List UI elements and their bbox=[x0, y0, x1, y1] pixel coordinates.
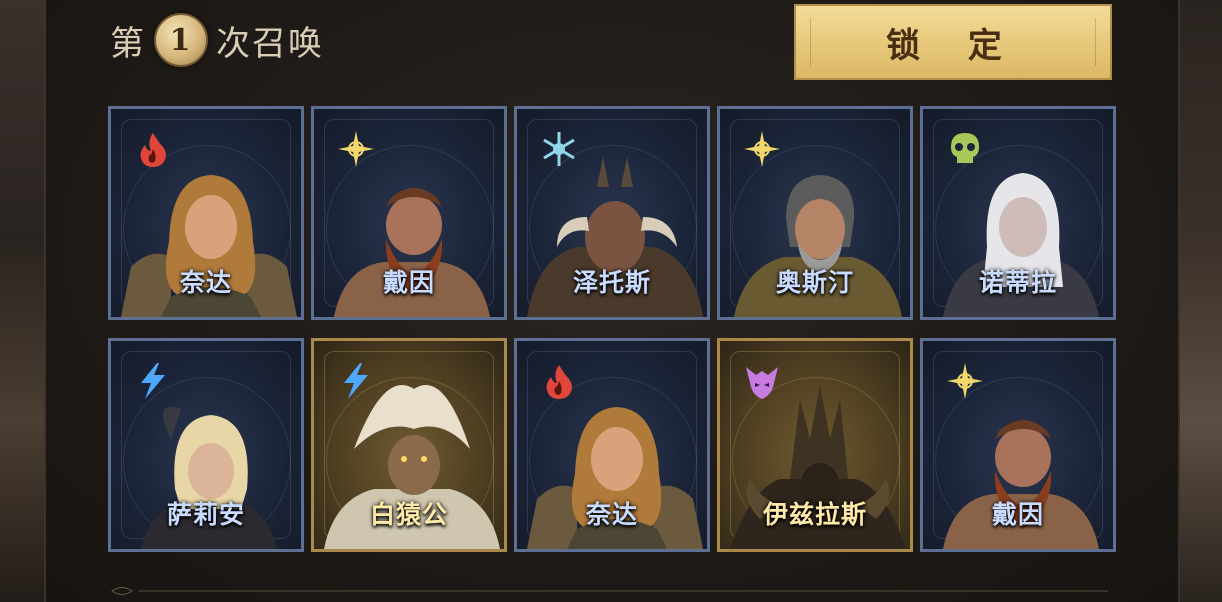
decorative-divider bbox=[111, 587, 1108, 595]
background-left bbox=[0, 0, 44, 602]
lock-button[interactable]: 锁 定 bbox=[794, 4, 1112, 80]
hero-name: 诺蒂拉 bbox=[978, 268, 1057, 297]
lock-button-label: 锁 定 bbox=[886, 25, 1020, 66]
frost-icon bbox=[543, 132, 575, 166]
hero-card-4[interactable]: 诺蒂拉 bbox=[920, 106, 1116, 320]
hero-name: 奥斯汀 bbox=[775, 268, 854, 297]
background-right bbox=[1180, 0, 1222, 602]
fire-icon bbox=[140, 133, 166, 167]
summon-count-title: 第 1 次召唤 bbox=[110, 13, 324, 67]
light-star-icon bbox=[744, 131, 780, 167]
summon-count-badge: 1 bbox=[154, 13, 208, 67]
hero-card-2[interactable]: 泽托斯 bbox=[514, 106, 710, 320]
poison-skull-icon bbox=[951, 133, 979, 163]
hero-card-6[interactable]: 白猿公 bbox=[311, 338, 507, 552]
title-prefix: 第 bbox=[110, 23, 146, 64]
hero-name: 萨莉安 bbox=[166, 500, 245, 529]
hero-name: 泽托斯 bbox=[572, 268, 651, 297]
lightning-icon bbox=[344, 363, 368, 399]
hero-card-0[interactable]: 奈达 bbox=[108, 106, 304, 320]
hero-name: 戴因 bbox=[382, 268, 435, 297]
hero-name: 戴因 bbox=[991, 500, 1044, 529]
lightning-icon bbox=[141, 363, 165, 399]
light-star-icon bbox=[338, 131, 374, 167]
hero-card-8[interactable]: 伊兹拉斯 bbox=[717, 338, 913, 552]
title-suffix: 次召唤 bbox=[216, 23, 324, 64]
hero-name: 白猿公 bbox=[369, 500, 448, 529]
light-star-icon bbox=[947, 363, 983, 399]
hero-card-9[interactable]: 戴因 bbox=[920, 338, 1116, 552]
hero-name: 奈达 bbox=[585, 500, 638, 529]
hero-card-7[interactable]: 奈达 bbox=[514, 338, 710, 552]
hero-card-1[interactable]: 戴因 bbox=[311, 106, 507, 320]
hero-name: 奈达 bbox=[179, 268, 232, 297]
demon-icon bbox=[746, 367, 778, 399]
hero-card-3[interactable]: 奥斯汀 bbox=[717, 106, 913, 320]
fire-icon bbox=[546, 365, 572, 399]
hero-name: 伊兹拉斯 bbox=[762, 500, 867, 529]
hero-card-5[interactable]: 萨莉安 bbox=[108, 338, 304, 552]
